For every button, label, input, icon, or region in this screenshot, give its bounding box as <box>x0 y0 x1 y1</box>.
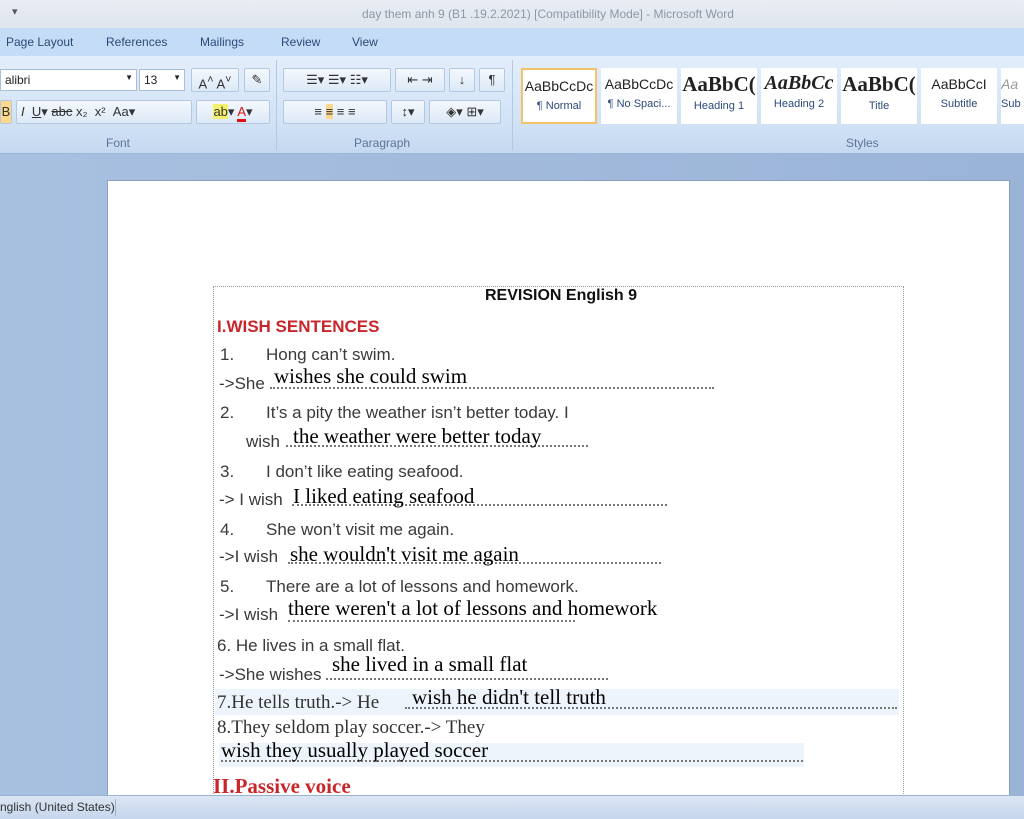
tab-page-layout[interactable]: Page Layout <box>6 35 73 49</box>
q6-answer[interactable]: she lived in a small flat <box>332 652 527 677</box>
q6-prefix: ->She wishes <box>219 665 322 684</box>
window-title: day them anh 9 (B1 .19.2.2021) [Compatib… <box>362 7 734 21</box>
style-title[interactable]: AaBbC( Title <box>841 68 917 124</box>
highlight-font-color-buttons[interactable]: ab▾ A▾ <box>196 100 270 124</box>
font-size-select[interactable]: 13 ▼ <box>139 69 185 91</box>
group-separator <box>276 60 277 150</box>
ribbon-tabs: Page Layout References Mailings Review V… <box>0 28 1024 56</box>
show-formatting-icon[interactable]: ¶ <box>479 68 505 92</box>
q1-prefix: ->She <box>219 374 265 393</box>
style-sample: AaBbCcDc <box>524 78 594 94</box>
q8-answer[interactable]: wish they usually played soccer <box>221 738 488 763</box>
q5-number: 5. <box>220 577 235 596</box>
style-sample: AaBbCcI <box>931 76 987 92</box>
style-name: Heading 2 <box>773 98 825 110</box>
language-status[interactable]: nglish (United States) <box>0 800 115 814</box>
status-separator <box>115 799 116 816</box>
style-name: ¶ Normal <box>536 100 582 112</box>
tab-references[interactable]: References <box>106 35 167 49</box>
q1-number: 1. <box>220 345 235 364</box>
grow-shrink-font-buttons[interactable]: A˄ A˅ <box>191 68 239 92</box>
q3-prefix: -> I wish <box>219 490 283 509</box>
paragraph-group-label: Paragraph <box>354 136 411 150</box>
indent-buttons[interactable]: ⇤ ⇥ <box>395 68 445 92</box>
doc-title: REVISION English 9 <box>485 287 638 304</box>
style-subtitle[interactable]: AaBbCcI Subtitle <box>921 68 997 124</box>
align-buttons[interactable]: ≡ ≡ ≡ ≡ <box>283 100 387 124</box>
answer-line <box>326 678 608 680</box>
q5-answer[interactable]: there weren't a lot of lessons and homew… <box>288 596 657 621</box>
style-name: Title <box>868 100 890 112</box>
q5-prefix: ->I wish <box>219 605 279 624</box>
font-name-value: alibri <box>5 73 31 87</box>
q4-number: 4. <box>220 520 235 539</box>
style-name: Heading 1 <box>693 100 745 112</box>
shading-borders-buttons[interactable]: ◈▾ ⊞▾ <box>429 100 501 124</box>
q8-text: 8.They seldom play soccer.-> They <box>217 717 485 738</box>
style-sample: Aa <box>1001 76 1019 92</box>
q5-text: There are a lot of lessons and homework. <box>266 577 579 596</box>
q1-answer[interactable]: wishes she could swim <box>274 364 467 389</box>
title-bar: ▾ day them anh 9 (B1 .19.2.2021) [Compat… <box>0 0 1024 28</box>
chevron-down-icon: ▼ <box>125 73 133 82</box>
q2-text: It’s a pity the weather isn’t better tod… <box>266 403 569 422</box>
quick-access-dropdown-icon[interactable]: ▾ <box>12 5 18 18</box>
tab-view[interactable]: View <box>352 35 378 49</box>
status-bar: nglish (United States) <box>0 795 1024 819</box>
q4-prefix: ->I wish <box>219 547 279 566</box>
style-name: Subtitle <box>940 98 978 110</box>
style-sample: AaBbCcDc <box>604 76 674 92</box>
q4-answer[interactable]: she wouldn't visit me again <box>290 542 519 567</box>
style-sample: AaBbC( <box>682 72 756 96</box>
style-name: Sub <box>1001 98 1021 110</box>
style-sample: AaBbCc <box>764 72 834 94</box>
style-name: ¶ No Spaci... <box>607 98 671 110</box>
group-separator <box>512 60 513 150</box>
q2-prefix: wish <box>246 432 281 451</box>
q7-text: 7.He tells truth.-> He <box>217 692 380 713</box>
font-size-value: 13 <box>144 73 158 87</box>
chevron-down-icon: ▼ <box>173 73 181 82</box>
clear-formatting-icon[interactable]: ✎ <box>244 68 270 92</box>
line-spacing-icon[interactable]: ↕▾ <box>391 100 425 124</box>
q7-answer[interactable]: wish he didn't tell truth <box>412 685 606 710</box>
bold-button[interactable]: B <box>0 100 12 124</box>
style-normal[interactable]: AaBbCcDc ¶ Normal <box>521 68 597 124</box>
style-no-spacing[interactable]: AaBbCcDc ¶ No Spaci... <box>601 68 677 124</box>
list-buttons[interactable]: ☰▾ ☰▾ ☷▾ <box>283 68 391 92</box>
q1-text: Hong can’t swim. <box>266 345 396 364</box>
q2-answer[interactable]: the weather were better today <box>293 424 541 449</box>
q4-text: She won’t visit me again. <box>266 520 455 539</box>
q3-answer[interactable]: I liked eating seafood <box>293 484 474 509</box>
q2-number: 2. <box>220 403 235 422</box>
style-heading-1[interactable]: AaBbC( Heading 1 <box>681 68 757 124</box>
q3-text: I don’t like eating seafood. <box>266 462 464 481</box>
style-subtle[interactable]: Aa Sub <box>1001 68 1024 124</box>
style-sample: AaBbC( <box>842 72 916 96</box>
tab-mailings[interactable]: Mailings <box>200 35 244 49</box>
tab-review[interactable]: Review <box>281 35 320 49</box>
font-group-label: Font <box>106 136 131 150</box>
ribbon: alibri ▼ 13 ▼ A˄ A˅ ✎ B I U▾ abc x₂ x² Aa▾… <box>0 56 1024 154</box>
q3-number: 3. <box>220 462 235 481</box>
font-name-select[interactable]: alibri ▼ <box>0 69 137 91</box>
style-heading-2[interactable]: AaBbCc Heading 2 <box>761 68 837 124</box>
font-format-buttons[interactable]: I U▾ abc x₂ x² Aa▾ <box>16 100 192 124</box>
section-heading: I.WISH SENTENCES <box>217 317 380 336</box>
sort-icon[interactable]: ↓ <box>449 68 475 92</box>
styles-group-label: Styles <box>846 136 879 150</box>
